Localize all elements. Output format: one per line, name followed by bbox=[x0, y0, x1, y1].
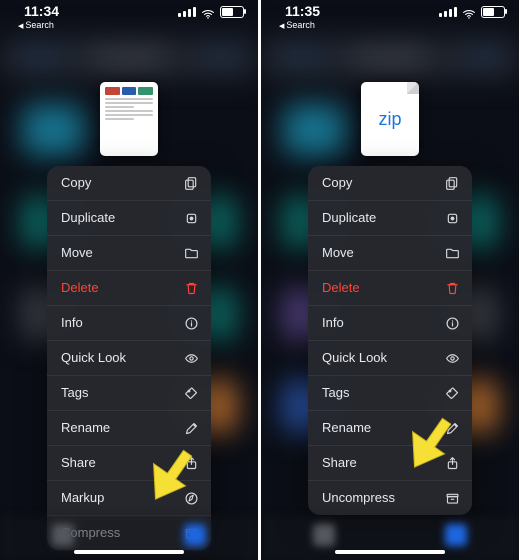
status-time: 11:35 bbox=[285, 3, 320, 19]
menu-item-label: Quick Look bbox=[61, 350, 126, 365]
wifi-icon bbox=[462, 7, 476, 17]
cellular-icon bbox=[178, 7, 196, 17]
archive-icon bbox=[444, 490, 460, 506]
menu-item-quick-look[interactable]: Quick Look bbox=[47, 340, 211, 375]
menu-item-move[interactable]: Move bbox=[47, 235, 211, 270]
menu-item-label: Move bbox=[322, 245, 354, 260]
info-icon bbox=[183, 315, 199, 331]
menu-item-label: Delete bbox=[322, 280, 360, 295]
menu-item-label: Rename bbox=[61, 420, 110, 435]
menu-item-label: Duplicate bbox=[322, 210, 376, 225]
cellular-icon bbox=[439, 7, 457, 17]
menu-item-label: Copy bbox=[61, 175, 91, 190]
menu-item-move[interactable]: Move bbox=[308, 235, 472, 270]
tag-icon bbox=[183, 385, 199, 401]
menu-item-copy[interactable]: Copy bbox=[47, 166, 211, 200]
menu-item-label: Uncompress bbox=[322, 490, 395, 505]
menu-item-label: Info bbox=[61, 315, 83, 330]
home-indicator bbox=[74, 550, 184, 554]
menu-item-label: Tags bbox=[322, 385, 349, 400]
menu-item-label: Move bbox=[61, 245, 93, 260]
status-bar: 11:34 Search bbox=[0, 0, 258, 30]
menu-item-duplicate[interactable]: Duplicate bbox=[47, 200, 211, 235]
annotation-arrow bbox=[136, 442, 206, 512]
menu-item-label: Share bbox=[322, 455, 357, 470]
file-preview-zip[interactable]: zip bbox=[361, 82, 419, 156]
file-preview-document[interactable] bbox=[100, 82, 158, 156]
menu-item-uncompress[interactable]: Uncompress bbox=[308, 480, 472, 515]
copy-icon bbox=[444, 175, 460, 191]
info-icon bbox=[444, 315, 460, 331]
duplicate-icon bbox=[444, 210, 460, 226]
menu-item-label: Share bbox=[61, 455, 96, 470]
tag-icon bbox=[444, 385, 460, 401]
copy-icon bbox=[183, 175, 199, 191]
menu-item-delete[interactable]: Delete bbox=[308, 270, 472, 305]
eye-icon bbox=[183, 350, 199, 366]
menu-item-copy[interactable]: Copy bbox=[308, 166, 472, 200]
menu-item-label: Rename bbox=[322, 420, 371, 435]
status-bar: 11:35 Search bbox=[261, 0, 519, 30]
annotation-arrow bbox=[395, 410, 465, 480]
menu-item-tags[interactable]: Tags bbox=[47, 375, 211, 410]
menu-item-label: Delete bbox=[61, 280, 99, 295]
phone-screenshot-right: iPhoneDocumentsDone 11:35 Search zip Cop… bbox=[261, 0, 519, 560]
status-time: 11:34 bbox=[24, 3, 59, 19]
menu-item-info[interactable]: Info bbox=[308, 305, 472, 340]
menu-item-delete[interactable]: Delete bbox=[47, 270, 211, 305]
menu-item-label: Markup bbox=[61, 490, 104, 505]
menu-item-label: Quick Look bbox=[322, 350, 387, 365]
wifi-icon bbox=[201, 7, 215, 17]
folder-icon bbox=[444, 245, 460, 261]
menu-item-label: Info bbox=[322, 315, 344, 330]
back-to-search[interactable]: Search bbox=[279, 20, 315, 30]
trash-icon bbox=[444, 280, 460, 296]
menu-item-rename[interactable]: Rename bbox=[47, 410, 211, 445]
phone-screenshot-left: iPhoneDocumentsDone 11:34 Search CopyDup… bbox=[0, 0, 258, 560]
menu-item-quick-look[interactable]: Quick Look bbox=[308, 340, 472, 375]
battery-icon bbox=[220, 6, 244, 18]
menu-item-label: Tags bbox=[61, 385, 88, 400]
eye-icon bbox=[444, 350, 460, 366]
back-to-search[interactable]: Search bbox=[18, 20, 54, 30]
menu-item-tags[interactable]: Tags bbox=[308, 375, 472, 410]
battery-icon bbox=[481, 6, 505, 18]
menu-item-duplicate[interactable]: Duplicate bbox=[308, 200, 472, 235]
menu-item-label: Copy bbox=[322, 175, 352, 190]
zip-label: zip bbox=[378, 109, 401, 130]
duplicate-icon bbox=[183, 210, 199, 226]
trash-icon bbox=[183, 280, 199, 296]
folder-icon bbox=[183, 245, 199, 261]
home-indicator bbox=[335, 550, 445, 554]
menu-item-label: Duplicate bbox=[61, 210, 115, 225]
menu-item-info[interactable]: Info bbox=[47, 305, 211, 340]
pencil-icon bbox=[183, 420, 199, 436]
